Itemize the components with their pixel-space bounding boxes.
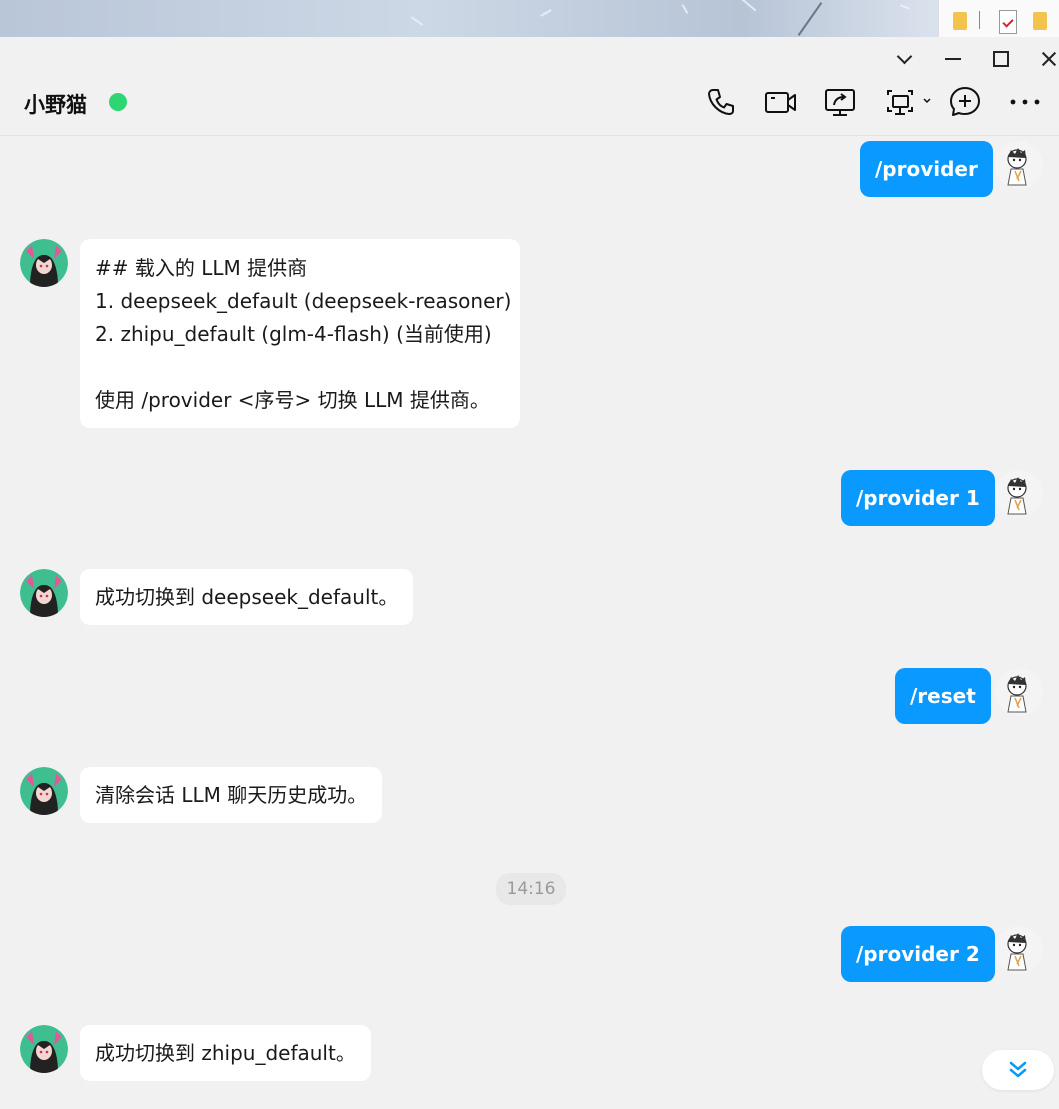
chat-title[interactable]: 小野猫 xyxy=(24,89,87,119)
incoming-message-bubble[interactable]: 清除会话 LLM 聊天历史成功。 xyxy=(80,767,383,823)
outgoing-message-bubble[interactable]: /provider 1 xyxy=(841,470,995,526)
user-avatar[interactable] xyxy=(995,926,1043,974)
bot-avatar[interactable] xyxy=(20,1025,68,1073)
outgoing-message-bubble[interactable]: /reset xyxy=(895,668,991,724)
screen-share-icon[interactable] xyxy=(823,85,857,119)
chevron-down-icon[interactable] xyxy=(890,45,920,73)
remote-control-icon[interactable] xyxy=(884,85,934,119)
incoming-message-bubble[interactable]: 成功切换到 deepseek_default。 xyxy=(80,569,414,625)
double-chevron-down-icon xyxy=(1009,1061,1027,1078)
video-call-icon[interactable] xyxy=(764,85,798,119)
add-chat-icon[interactable] xyxy=(948,85,982,119)
incoming-message-bubble[interactable]: ## 载入的 LLM 提供商 1. deepseek_default (deep… xyxy=(80,239,520,428)
taskbar-tray xyxy=(938,0,1059,37)
close-button[interactable] xyxy=(1033,45,1059,73)
document-icon[interactable] xyxy=(999,10,1017,34)
outgoing-message-bubble[interactable]: /provider xyxy=(860,141,993,197)
outgoing-message-bubble[interactable]: /provider 2 xyxy=(841,926,995,982)
user-avatar[interactable] xyxy=(995,470,1043,518)
maximize-button[interactable] xyxy=(985,45,1015,73)
bot-avatar[interactable] xyxy=(20,767,68,815)
window-controls xyxy=(0,37,1059,79)
user-avatar[interactable] xyxy=(995,141,1043,189)
folder-icon[interactable] xyxy=(1033,12,1047,30)
online-status-dot xyxy=(109,93,127,111)
phone-icon[interactable] xyxy=(704,85,738,119)
scroll-to-bottom-button[interactable] xyxy=(982,1050,1054,1090)
user-avatar[interactable] xyxy=(995,668,1043,716)
incoming-message-bubble[interactable]: 成功切换到 zhipu_default。 xyxy=(80,1025,371,1081)
bot-avatar[interactable] xyxy=(20,569,68,617)
folder-icon[interactable] xyxy=(953,12,967,30)
message-timestamp: 14:16 xyxy=(496,873,566,905)
chat-header: 小野猫 xyxy=(0,79,1059,136)
bot-avatar[interactable] xyxy=(20,239,68,287)
more-icon[interactable] xyxy=(1008,85,1042,119)
desktop-background xyxy=(0,0,1059,37)
minimize-button[interactable] xyxy=(938,45,968,73)
